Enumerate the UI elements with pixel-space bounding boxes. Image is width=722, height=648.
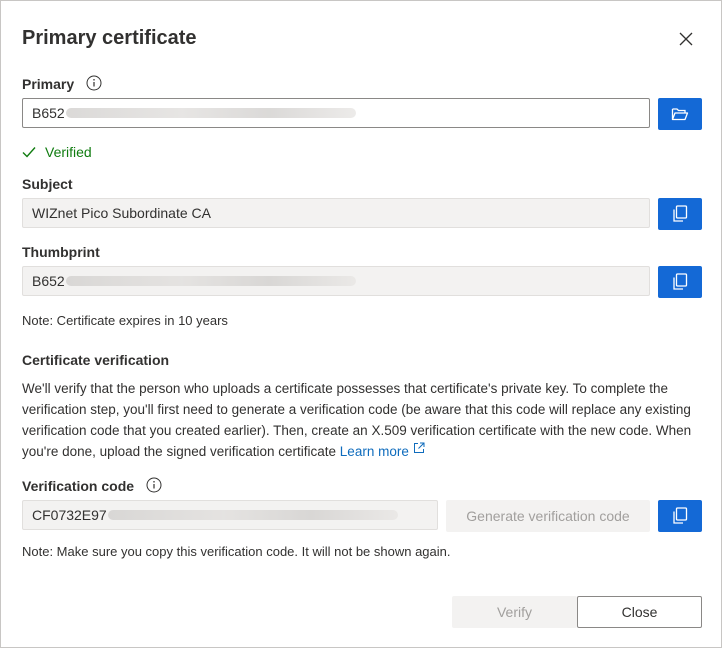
thumbprint-label: Thumbprint: [22, 244, 100, 260]
primary-label: Primary: [22, 75, 102, 94]
thumbprint-field: B652: [22, 266, 650, 296]
external-link-icon: [413, 442, 425, 453]
verification-code-label: Verification code: [22, 477, 162, 496]
subject-field: WIZnet Pico Subordinate CA: [22, 198, 650, 228]
checkmark-icon: [22, 147, 36, 158]
redacted-value: [107, 510, 398, 520]
primary-certificate-dialog: Primary certificate Primary B652 Verifie…: [0, 0, 722, 648]
verification-description: We'll verify that the person who uploads…: [22, 381, 692, 459]
info-icon[interactable]: [146, 477, 162, 496]
copy-verification-code-button[interactable]: [658, 500, 702, 532]
learn-more-link[interactable]: Learn more: [340, 442, 425, 459]
expiry-note: Note: Certificate expires in 10 years: [22, 313, 228, 328]
dialog-title: Primary certificate: [22, 27, 197, 49]
generate-verification-code-button[interactable]: Generate verification code: [446, 500, 650, 532]
folder-open-icon: [671, 108, 689, 121]
copy-thumbprint-button[interactable]: [658, 266, 702, 298]
copy-icon: [673, 507, 688, 524]
verify-button[interactable]: Verify: [452, 596, 577, 628]
verified-status: Verified: [22, 144, 92, 160]
subject-label: Subject: [22, 176, 73, 192]
browse-file-button[interactable]: [658, 98, 702, 130]
close-icon[interactable]: [675, 28, 697, 50]
primary-certificate-field[interactable]: B652: [22, 98, 650, 128]
copy-icon: [673, 205, 688, 222]
close-button[interactable]: Close: [577, 596, 702, 628]
certificate-verification-title: Certificate verification: [22, 352, 170, 368]
copy-subject-button[interactable]: [658, 198, 702, 230]
copy-code-note: Note: Make sure you copy this verificati…: [22, 544, 451, 559]
redacted-value: [65, 108, 356, 118]
copy-icon: [673, 273, 688, 290]
redacted-value: [65, 276, 356, 286]
info-icon[interactable]: [86, 75, 102, 94]
verification-code-field: CF0732E97: [22, 500, 438, 530]
